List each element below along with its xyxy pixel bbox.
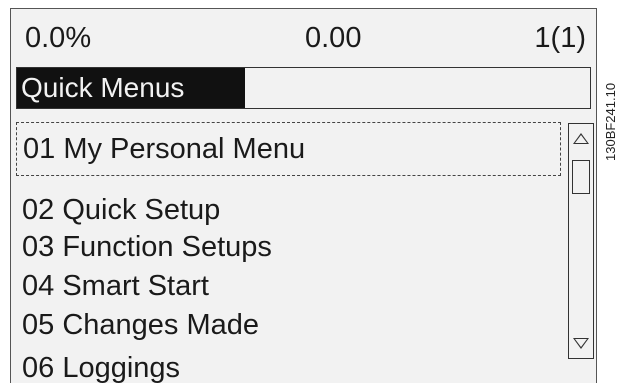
menu-item-function-setups[interactable]: 03 Function Setups [16,228,561,266]
menu-item-my-personal-menu[interactable]: 01 My Personal Menu [16,122,561,176]
status-bar: 0.0% 0.00 1(1) [11,9,596,67]
menu-item-changes-made[interactable]: 05 Changes Made [16,306,561,344]
triangle-down-icon[interactable] [573,338,589,349]
lcp-display: 0.0% 0.00 1(1) Quick Menus 01 My Persona… [10,8,597,384]
status-middle-value: 0.00 [305,22,362,54]
triangle-up-icon[interactable] [573,133,589,144]
menu-item-smart-start[interactable]: 04 Smart Start [16,267,561,305]
page-title: Quick Menus [17,68,245,108]
scrollbar[interactable] [568,123,594,359]
scroll-thumb[interactable] [572,160,590,194]
figure-code: 130BF241.10 [603,82,618,161]
menu-item-quick-setup[interactable]: 02 Quick Setup [16,191,561,229]
title-bar: Quick Menus [16,67,591,109]
menu-item-loggings[interactable]: 06 Loggings [16,349,561,387]
status-right-value: 1(1) [534,22,586,54]
status-left-value: 0.0% [25,22,92,54]
